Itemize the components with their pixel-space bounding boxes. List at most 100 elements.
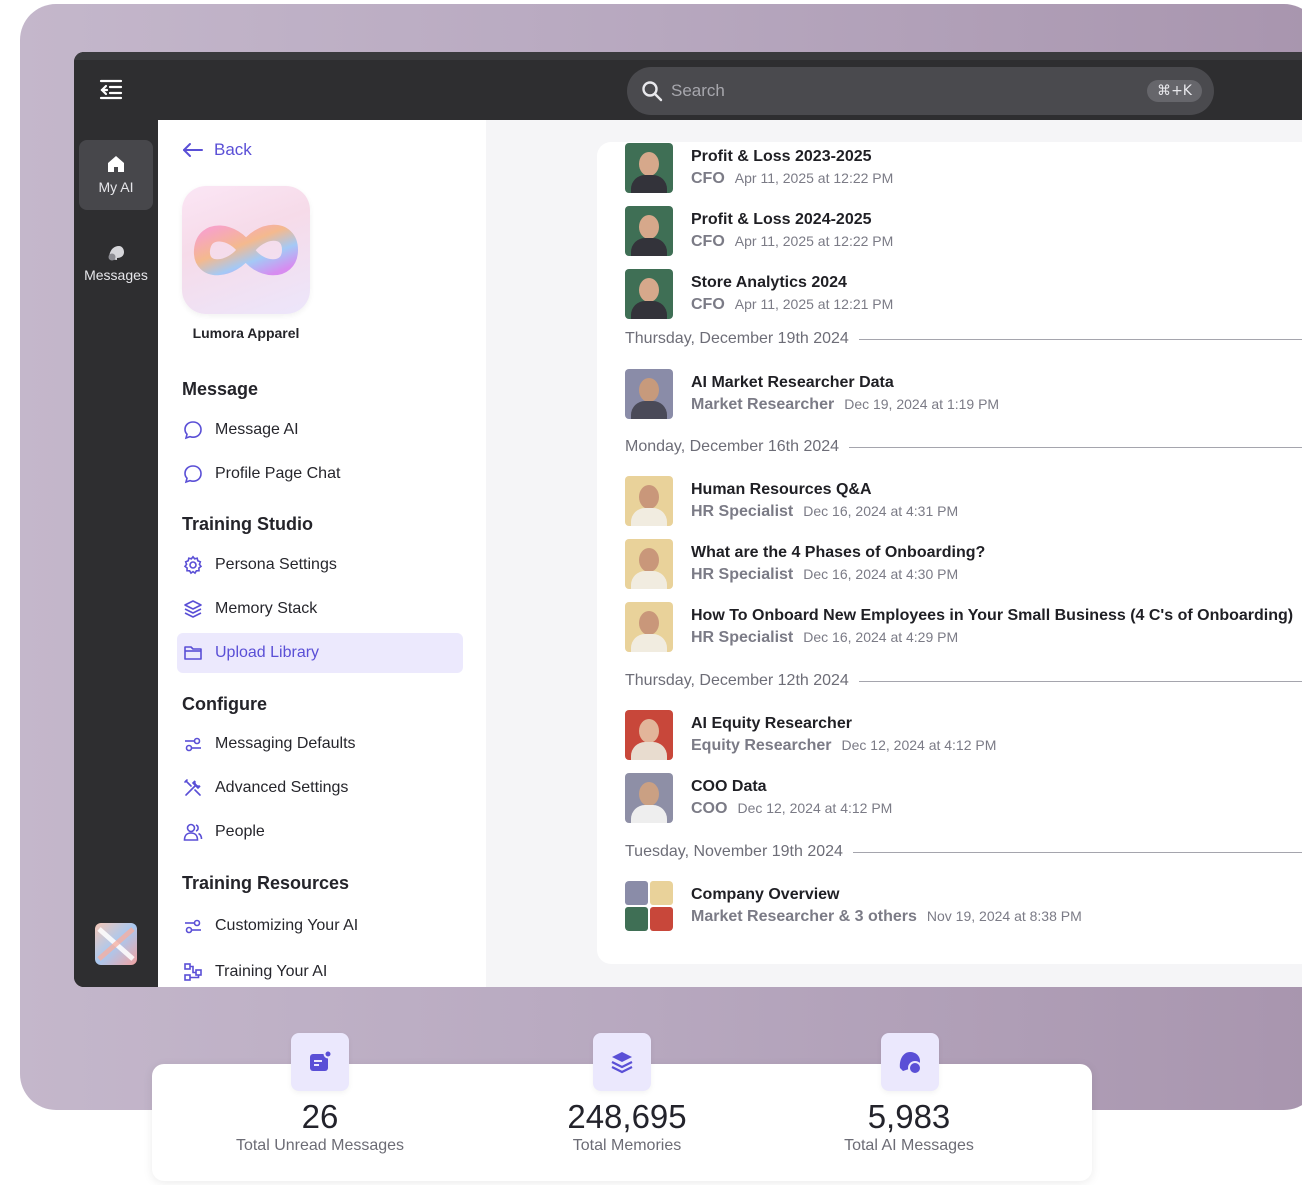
conversation-time: Dec 16, 2024 at 4:30 PM: [803, 566, 959, 582]
avatar: [625, 602, 673, 652]
conversation-role: HR Specialist: [691, 566, 794, 583]
date-separator: Monday, December 16th 2024: [625, 438, 1302, 456]
workflow-icon: [184, 963, 202, 981]
rail-item-my-ai[interactable]: My AI: [79, 140, 153, 210]
arrow-left-icon: [183, 143, 203, 157]
conversation-title: COO Data: [691, 778, 767, 795]
icon-rail: My AI Messages: [74, 120, 158, 987]
rail-item-messages[interactable]: Messages: [79, 228, 153, 298]
conversation-list: Profit & Loss 2023-2025 CFO Apr 11, 2025 …: [597, 142, 1302, 964]
conversation-title: Human Resources Q&A: [691, 481, 872, 498]
nav-item-advanced-settings[interactable]: Advanced Settings: [177, 768, 463, 808]
nav-item-label: Persona Settings: [215, 556, 337, 573]
nav-item-persona-settings[interactable]: Persona Settings: [177, 545, 463, 585]
messages-icon: [108, 246, 124, 261]
search-bar[interactable]: ⌘+K: [627, 67, 1214, 115]
avatar: [625, 269, 673, 319]
stat-value: 26: [301, 1098, 339, 1135]
rail-item-label: My AI: [98, 179, 134, 195]
conversation-row[interactable]: Human Resources Q&A HR Specialist Dec 16,…: [625, 475, 958, 527]
nav-item-label: Advanced Settings: [215, 779, 349, 796]
nav-item-people[interactable]: People: [177, 812, 463, 852]
top-bar: ⌘+K: [74, 52, 1302, 120]
layers-icon: [184, 600, 202, 618]
conversation-row[interactable]: AI Equity Researcher Equity Researcher De…: [625, 709, 996, 761]
conversation-role: COO: [691, 800, 728, 817]
section-title-configure: Configure: [182, 694, 267, 714]
nav-item-label: Message AI: [215, 421, 299, 438]
date-separator: Tuesday, November 19th 2024: [625, 843, 1302, 861]
conversation-time: Dec 16, 2024 at 4:31 PM: [803, 503, 959, 519]
sliders-icon: [185, 919, 201, 934]
conversation-time: Apr 11, 2025 at 12:22 PM: [734, 170, 894, 186]
nav-item-label: Messaging Defaults: [215, 735, 356, 752]
conversation-row[interactable]: Store Analytics 2024 CFO Apr 11, 2025 at …: [625, 268, 893, 320]
conversation-time: Apr 11, 2025 at 12:22 PM: [734, 233, 894, 249]
stat-value: 248,695: [567, 1098, 687, 1135]
section-title-training-resources: Training Resources: [182, 873, 350, 893]
conversation-title: Store Analytics 2024: [691, 274, 847, 291]
app-window: ⌘+K My AI Messages Back: [74, 52, 1302, 987]
brand-name: Lumora Apparel: [192, 325, 300, 341]
conversation-title: How To Onboard New Employees in Your Sma…: [691, 607, 1294, 624]
conversation-time: Dec 12, 2024 at 4:12 PM: [737, 800, 893, 816]
avatar: [625, 143, 673, 193]
rail-item-label: Messages: [84, 267, 148, 283]
home-icon: [108, 156, 124, 172]
conversation-role: CFO: [691, 233, 725, 250]
conversation-role: CFO: [691, 170, 725, 187]
search-icon: [642, 81, 663, 102]
chat-bubble-icon: [184, 465, 202, 484]
nav-item-profile-page-chat[interactable]: Profile Page Chat: [177, 454, 463, 494]
avatar: [625, 476, 673, 526]
conversation-title: Company Overview: [691, 886, 840, 903]
nav-item-label: Customizing Your AI: [215, 917, 359, 934]
conversation-title: Profit & Loss 2024-2025: [691, 211, 872, 228]
back-button[interactable]: Back: [182, 140, 252, 160]
conversation-row[interactable]: Company Overview Market Researcher & 3 o…: [625, 880, 1082, 932]
conversation-row[interactable]: Profit & Loss 2024-2025 CFO Apr 11, 2025 …: [625, 205, 893, 257]
stat-value: 5,983: [867, 1098, 951, 1135]
avatar: [625, 773, 673, 823]
brand-logo: [182, 186, 310, 314]
conversation-row[interactable]: AI Market Researcher Data Market Researc…: [625, 368, 999, 420]
conversation-role: CFO: [691, 296, 725, 313]
conversation-time: Nov 19, 2024 at 8:38 PM: [926, 908, 1082, 924]
date-label: Tuesday, November 19th 2024: [625, 843, 843, 860]
conversation-title: AI Equity Researcher: [691, 715, 852, 732]
user-avatar[interactable]: [95, 923, 137, 965]
main-content: Profit & Loss 2023-2025 CFO Apr 11, 2025 …: [486, 120, 1302, 987]
shortcut-hint: ⌘+K: [1147, 80, 1202, 102]
avatar: [625, 539, 673, 589]
layers-icon: [593, 1033, 651, 1091]
conversation-row[interactable]: What are the 4 Phases of Onboarding? HR …: [625, 538, 985, 590]
nav-item-label: Training Your AI: [215, 963, 328, 980]
group-avatar: [625, 881, 673, 931]
conversation-row[interactable]: Profit & Loss 2023-2025 CFO Apr 11, 2025 …: [625, 142, 893, 194]
nav-item-upload-library[interactable]: Upload Library: [177, 633, 463, 673]
conversation-row[interactable]: How To Onboard New Employees in Your Sma…: [625, 601, 1293, 653]
conversation-role: Equity Researcher: [691, 737, 832, 754]
conversation-role: HR Specialist: [691, 503, 794, 520]
nav-item-training-your-ai[interactable]: Training Your AI: [177, 952, 463, 987]
search-input[interactable]: [671, 81, 1148, 101]
section-title-training-studio: Training Studio: [182, 514, 313, 534]
conversation-time: Dec 12, 2024 at 4:12 PM: [841, 737, 997, 753]
nav-item-label: Profile Page Chat: [215, 465, 341, 482]
chat-bubble-icon: [184, 421, 202, 440]
nav-item-label: Memory Stack: [215, 600, 318, 617]
collapse-menu-icon[interactable]: [98, 78, 124, 100]
nav-item-messaging-defaults[interactable]: Messaging Defaults: [177, 724, 463, 764]
nav-item-message-ai[interactable]: Message AI: [177, 410, 463, 450]
nav-item-label: People: [215, 823, 265, 840]
conversation-row[interactable]: COO Data COO Dec 12, 2024 at 4:12 PM: [625, 772, 892, 824]
nav-item-memory-stack[interactable]: Memory Stack: [177, 589, 463, 629]
back-label: Back: [214, 140, 252, 159]
conversation-time: Apr 11, 2025 at 12:21 PM: [734, 296, 894, 312]
chat-bubbles-icon: [881, 1033, 939, 1091]
stat-label: Total AI Messages: [844, 1137, 974, 1154]
conversation-title: Profit & Loss 2023-2025: [691, 148, 872, 165]
conversation-title: What are the 4 Phases of Onboarding?: [691, 544, 986, 561]
date-separator: Thursday, December 12th 2024: [625, 672, 1302, 690]
nav-item-customizing-your-ai[interactable]: Customizing Your AI: [177, 906, 463, 946]
